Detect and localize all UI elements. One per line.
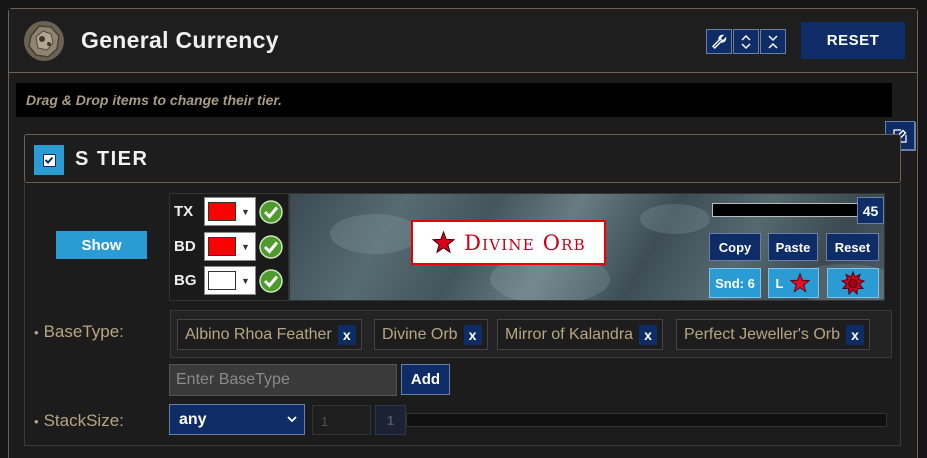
stacksize-value-badge: 1	[375, 405, 406, 435]
minimap-size-label: L	[775, 275, 784, 291]
section-header: General Currency RESET	[9, 9, 917, 73]
font-size-slider[interactable]	[712, 203, 858, 217]
header-tools	[706, 29, 787, 54]
chip-label: Albino Rhoa Feather	[185, 325, 332, 343]
text-color-picker[interactable]: ▼	[204, 197, 256, 226]
sound-button[interactable]: Snd: 6	[709, 268, 761, 298]
reset-section-button[interactable]: RESET	[801, 22, 905, 59]
check-circle-icon[interactable]	[259, 199, 283, 224]
caret-down-icon: ▼	[241, 241, 250, 252]
currency-logo-icon	[24, 21, 64, 61]
basetype-chip[interactable]: Perfect Jeweller's Orb x	[676, 319, 870, 350]
show-toggle-button[interactable]: Show	[56, 231, 147, 259]
section-title: General Currency	[81, 27, 279, 53]
basetype-list: Albino Rhoa Feather x Divine Orb x Mirror …	[170, 310, 892, 358]
color-label: TX	[174, 203, 194, 220]
collapse-icon[interactable]	[760, 29, 786, 54]
stacksize-slider[interactable]	[406, 413, 887, 427]
check-circle-icon[interactable]	[259, 268, 283, 293]
color-label: BG	[174, 272, 197, 289]
star-icon	[431, 230, 456, 254]
tier-title: S TIER	[75, 148, 149, 170]
color-row-border: BD ▼	[174, 232, 283, 261]
basetype-chip[interactable]: Divine Orb x	[374, 319, 488, 350]
star-icon	[790, 272, 811, 293]
select-value: any	[179, 410, 207, 428]
copy-button[interactable]: Copy	[709, 233, 761, 261]
basetype-label: • BaseType:	[34, 322, 124, 341]
chip-label: Divine Orb	[382, 325, 458, 343]
remove-chip-button[interactable]: x	[463, 324, 482, 345]
color-swatch	[208, 202, 236, 221]
paste-button[interactable]: Paste	[768, 233, 818, 261]
starburst-icon	[841, 271, 865, 295]
basetype-chip[interactable]: Albino Rhoa Feather x	[177, 319, 362, 350]
border-color-picker[interactable]: ▼	[204, 232, 256, 261]
color-pickers: TX ▼ BD ▼ BG ▼	[169, 193, 289, 301]
wrench-icon[interactable]	[706, 29, 732, 54]
font-size-value: 45	[857, 197, 884, 224]
expand-icon[interactable]	[733, 29, 759, 54]
remove-chip-button[interactable]: x	[337, 324, 356, 345]
stacksize-operator-select[interactable]: any	[169, 404, 305, 435]
drag-drop-hint: Drag & Drop items to change their tier.	[16, 83, 892, 117]
beam-effect-button[interactable]	[827, 268, 879, 298]
tier-header: S TIER	[24, 134, 901, 183]
remove-chip-button[interactable]: x	[846, 324, 864, 345]
reset-style-button[interactable]: Reset	[826, 233, 879, 261]
chip-label: Perfect Jeweller's Orb	[684, 325, 840, 343]
item-name: Divine Orb	[464, 230, 586, 255]
stacksize-label: • StackSize:	[34, 411, 124, 430]
chip-label: Mirror of Kalandra	[505, 325, 634, 343]
check-circle-icon[interactable]	[259, 234, 283, 259]
stacksize-number-input[interactable]: 1	[312, 405, 371, 435]
remove-chip-button[interactable]: x	[639, 324, 658, 345]
color-swatch	[208, 237, 236, 256]
minimap-icon-button[interactable]: L	[768, 268, 819, 298]
color-swatch	[208, 271, 236, 290]
color-label: BD	[174, 238, 196, 255]
background-color-picker[interactable]: ▼	[204, 266, 256, 295]
color-row-background: BG ▼	[174, 266, 283, 295]
tier-enable-checkbox[interactable]	[34, 145, 64, 175]
basetype-chip[interactable]: Mirror of Kalandra x	[497, 319, 664, 350]
caret-down-icon: ▼	[241, 275, 250, 286]
color-row-text: TX ▼	[174, 197, 283, 226]
check-icon	[44, 156, 54, 164]
item-label-preview[interactable]: Divine Orb	[411, 220, 606, 265]
chevron-down-icon	[287, 416, 297, 423]
add-basetype-button[interactable]: Add	[401, 364, 450, 395]
basetype-input[interactable]	[169, 364, 397, 396]
caret-down-icon: ▼	[241, 206, 250, 217]
